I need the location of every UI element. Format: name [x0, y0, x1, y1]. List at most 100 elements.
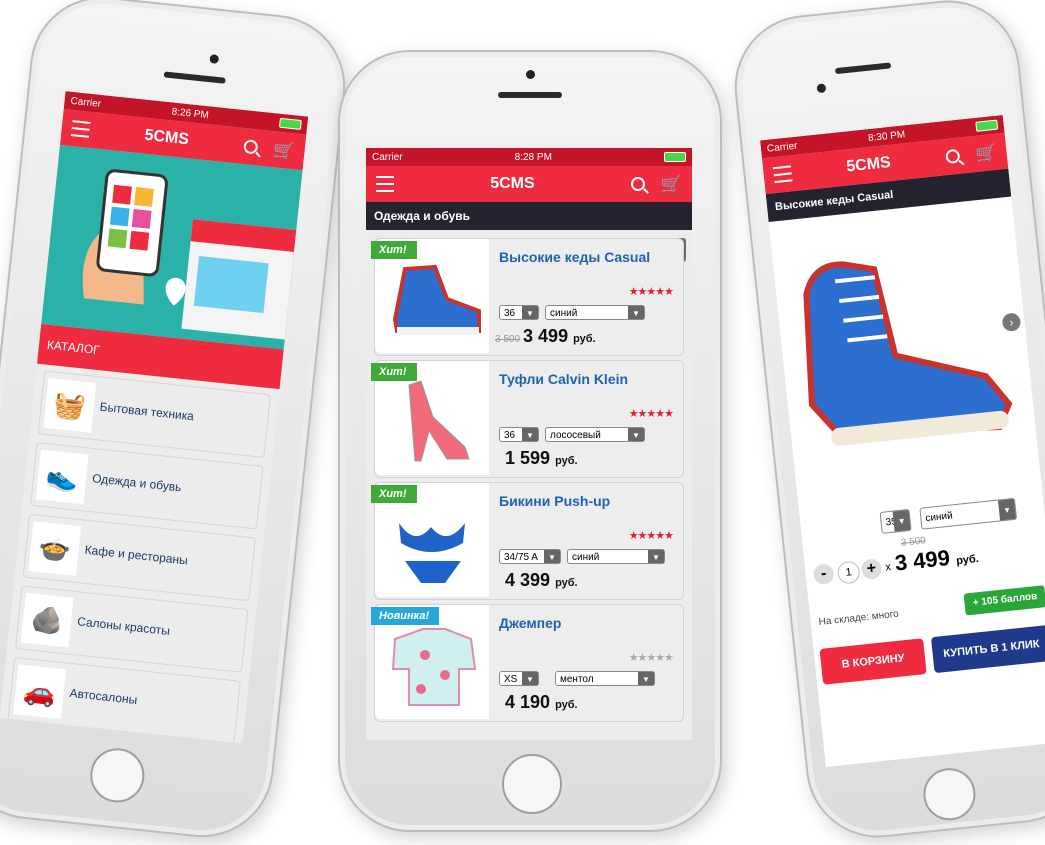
category-item[interactable]: 🪨 Салоны красоты — [15, 585, 249, 673]
home-button[interactable] — [502, 754, 562, 814]
size-select[interactable]: 36 ▼ — [499, 427, 539, 442]
product-card[interactable]: Хит! Туфли Calvin Klein ★★★★★ 36 ▼ лососе… — [371, 360, 684, 478]
color-select[interactable]: синий ▼ — [567, 549, 665, 564]
category-label: Одежда и обувь — [91, 471, 183, 495]
chevron-down-icon: ▼ — [628, 306, 644, 319]
product-name[interactable]: Туфли Calvin Klein — [499, 371, 628, 387]
menu-icon[interactable] — [70, 120, 91, 138]
chevron-down-icon: ▼ — [522, 306, 538, 319]
rating-stars: ★★★★★ — [628, 286, 674, 298]
battery-icon — [278, 117, 302, 130]
banner-illustration — [82, 169, 297, 340]
category-label: Бытовая техника — [99, 399, 195, 424]
quantity-input[interactable]: 1 — [836, 560, 861, 585]
chevron-down-icon: ▼ — [648, 550, 664, 563]
color-select[interactable]: ментол ▼ — [555, 671, 655, 686]
rating-stars: ★★★★★ — [628, 408, 674, 420]
add-to-cart-button[interactable]: В КОРЗИНУ — [819, 638, 927, 685]
product-price: 4 190 руб. — [505, 692, 578, 712]
app-bar: 5CMS 🛒 — [366, 166, 692, 202]
stock-status: На складе: много — [818, 608, 900, 628]
old-price: 3 500 — [495, 334, 521, 345]
product-name[interactable]: Джемпер — [499, 615, 561, 631]
right-phone: Carrier 8:30 PM 5CMS 🛒 Высокие кеды Casu… — [727, 0, 1045, 845]
rating-stars: ★★★★★ — [628, 530, 674, 542]
color-select[interactable]: синий ▼ — [545, 305, 645, 320]
chevron-down-icon: ▼ — [522, 672, 538, 685]
product-card[interactable]: Новинка! Джемпер ★★★★★ XS ▼ ментол ▼ 4 190… — [371, 604, 684, 722]
qty-minus-button[interactable]: - — [812, 563, 835, 586]
home-button[interactable] — [920, 765, 978, 823]
category-label: Кафе и рестораны — [84, 542, 189, 568]
category-label: Салоны красоты — [76, 614, 171, 639]
time-label: 8:26 PM — [171, 105, 210, 121]
cart-icon[interactable]: 🛒 — [974, 142, 997, 163]
left-screen: Carrier 8:26 PM 5CMS 🛒 КАТАЛОГ 🧺 Бытовая… — [0, 91, 309, 744]
buy-one-click-button[interactable]: КУПИТЬ В 1 КЛИК — [930, 624, 1045, 674]
carrier-label: Carrier — [372, 151, 403, 163]
front-camera — [816, 83, 827, 94]
size-select[interactable]: 34/75 A ▼ — [499, 549, 561, 564]
chevron-down-icon: ▼ — [522, 428, 538, 441]
search-icon[interactable] — [944, 148, 961, 165]
search-icon[interactable] — [630, 177, 645, 191]
chevron-down-icon: ▼ — [638, 672, 654, 685]
search-icon[interactable] — [242, 139, 259, 155]
bonus-badge: + 105 баллов — [963, 585, 1045, 616]
promo-banner[interactable] — [41, 144, 303, 350]
battery-icon — [664, 152, 686, 162]
product-price: 1 599 руб. — [505, 448, 578, 468]
carrier-label: Carrier — [70, 95, 102, 110]
chevron-down-icon: ▼ — [892, 509, 911, 532]
time-label: 8:30 PM — [867, 128, 906, 144]
carrier-label: Carrier — [766, 140, 798, 155]
status-bar: Carrier 8:28 PM — [366, 148, 692, 166]
appliance-icon: 🧺 — [43, 377, 97, 433]
category-item[interactable]: 👟 Одежда и обувь — [30, 442, 264, 530]
qty-plus-button[interactable]: + — [860, 558, 883, 581]
cart-icon[interactable]: 🛒 — [661, 176, 682, 193]
product-card[interactable]: Хит! Бикини Push-up ★★★★★ 34/75 A ▼ синий… — [371, 482, 684, 600]
food-icon: 🍲 — [28, 521, 82, 576]
battery-icon — [975, 119, 999, 132]
product-price: 3 500 3 499 руб. — [495, 326, 596, 346]
front-camera — [209, 54, 220, 64]
cart-icon[interactable]: 🛒 — [272, 140, 295, 161]
front-camera — [526, 70, 535, 79]
hit-badge: Хит! — [371, 363, 417, 381]
speaker — [163, 71, 226, 84]
sneaker-icon: 👟 — [35, 449, 89, 505]
new-badge: Новинка! — [371, 607, 440, 625]
times-label: x — [884, 561, 892, 574]
product-detail: › 35 ▼ синий ▼ - 1 + x 3 500 3 499 руб. На… — [769, 197, 1045, 768]
chevron-down-icon: ▼ — [997, 498, 1016, 521]
left-phone: Carrier 8:26 PM 5CMS 🛒 КАТАЛОГ 🧺 Бытовая… — [0, 0, 353, 845]
hit-badge: Хит! — [371, 241, 417, 259]
center-phone: Carrier 8:28 PM 5CMS 🛒 Одежда и обувь ▼ … — [338, 50, 722, 832]
category-item[interactable]: 🚗 Автосалоны — [7, 656, 241, 744]
product-card[interactable]: Хит! Высокие кеды Casual ★★★★★ 36 ▼ синий… — [371, 238, 684, 356]
spa-stones-icon: 🪨 — [20, 592, 74, 648]
size-select[interactable]: XS ▼ — [499, 671, 539, 686]
home-button[interactable] — [87, 745, 148, 806]
menu-icon[interactable] — [772, 165, 793, 184]
chevron-down-icon: ▼ — [628, 428, 644, 441]
speaker — [834, 62, 892, 75]
speaker — [498, 92, 562, 98]
product-list: ▼ Хит! Высокие кеды Casual ★★★★★ 36▼ син… — [366, 230, 692, 740]
color-select[interactable]: лососевый ▼ — [545, 427, 645, 442]
app-title: 5CMS — [490, 175, 535, 192]
menu-icon[interactable] — [376, 176, 394, 192]
color-select[interactable]: синий ▼ — [919, 497, 1018, 530]
product-photo[interactable] — [769, 202, 1039, 486]
size-select[interactable]: 35 ▼ — [879, 508, 912, 534]
center-screen: Carrier 8:28 PM 5CMS 🛒 Одежда и обувь ▼ … — [366, 148, 692, 740]
category-item[interactable]: 🍲 Кафе и рестораны — [22, 513, 256, 602]
product-name[interactable]: Высокие кеды Casual — [499, 249, 650, 265]
app-title: 5CMS — [845, 153, 892, 176]
time-label: 8:28 PM — [514, 151, 552, 163]
category-label: Автосалоны — [68, 685, 138, 707]
size-select[interactable]: 36 ▼ — [499, 305, 539, 320]
product-name[interactable]: Бикини Push-up — [499, 493, 610, 509]
app-title: 5CMS — [143, 126, 190, 149]
